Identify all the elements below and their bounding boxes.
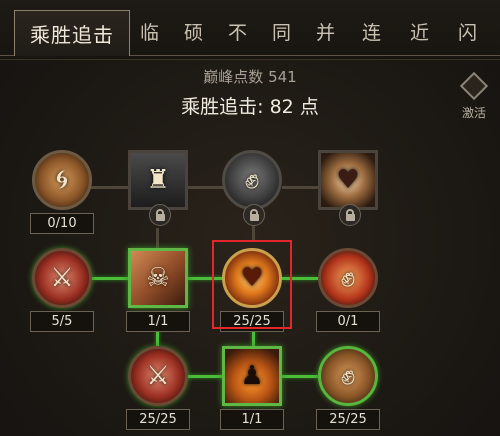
skill-node[interactable]: ✊︎ 25/25 bbox=[316, 346, 380, 430]
connector-line bbox=[188, 186, 224, 189]
skill-node-locked[interactable]: ✊︎ bbox=[222, 150, 282, 226]
tab-item[interactable]: 硕 bbox=[184, 18, 203, 45]
skill-count: 25/25 bbox=[316, 409, 380, 430]
skill-node-locked[interactable]: ♥ bbox=[318, 150, 378, 226]
skill-count: 1/1 bbox=[220, 409, 284, 430]
skill-count: 5/5 bbox=[30, 311, 94, 332]
skill-count: 0/1 bbox=[316, 311, 380, 332]
selection-highlight bbox=[212, 240, 292, 329]
lock-icon bbox=[149, 204, 171, 226]
knife-hand-icon: ☠︎ bbox=[146, 263, 170, 293]
fist-strike-icon: ✊︎ bbox=[340, 262, 356, 293]
skill-node[interactable]: ☠︎ 1/1 bbox=[126, 248, 190, 332]
crossed-blades-icon: ⚔ bbox=[50, 263, 74, 293]
skill-node[interactable]: ♟ 1/1 bbox=[220, 346, 284, 430]
activate-label: 激活 bbox=[461, 106, 486, 120]
diamond-icon bbox=[459, 71, 489, 101]
tab-item[interactable]: 近 bbox=[410, 18, 429, 45]
connector-line-active bbox=[186, 375, 224, 378]
tab-item[interactable]: 临 bbox=[140, 18, 159, 45]
skill-node[interactable]: ✊︎ 0/1 bbox=[316, 248, 380, 332]
swirl-icon: 🌀︎ bbox=[55, 164, 69, 195]
tab-item[interactable]: 闪 bbox=[458, 18, 477, 45]
connector-line-active bbox=[282, 375, 318, 378]
lock-icon bbox=[339, 204, 361, 226]
peak-points-label: 巅峰点数 541 bbox=[203, 68, 297, 86]
tab-item[interactable]: 连 bbox=[362, 18, 381, 45]
skill-count: 1/1 bbox=[126, 311, 190, 332]
skill-node[interactable]: ⚔ 25/25 bbox=[126, 346, 190, 430]
crossed-blades-icon: ⚔ bbox=[146, 361, 170, 391]
victory-points-label: 乘胜追击: 82 点 bbox=[181, 96, 319, 118]
connector-line bbox=[156, 228, 159, 250]
connector-line-active bbox=[90, 277, 130, 280]
skill-tree-panel: 乘胜追击 临 硕 不 同 并 连 近 闪 巅峰点数 541 乘胜追击: 82 点… bbox=[0, 0, 500, 436]
tab-active[interactable]: 乘胜追击 bbox=[14, 10, 130, 56]
silhouette-icon: ♟ bbox=[240, 361, 264, 391]
skill-node[interactable]: 🌀︎ 0/10 bbox=[30, 150, 94, 234]
fist-scroll-icon: ✊︎ bbox=[244, 164, 260, 195]
skill-count: 25/25 bbox=[126, 409, 190, 430]
connector-line bbox=[90, 186, 130, 189]
connector-line bbox=[282, 186, 318, 189]
tab-item[interactable]: 同 bbox=[272, 18, 291, 45]
tab-item[interactable]: 并 bbox=[316, 18, 335, 45]
connector-line-active bbox=[252, 330, 255, 346]
skill-count: 0/10 bbox=[30, 213, 94, 234]
skill-node[interactable]: ⚔ 5/5 bbox=[30, 248, 94, 332]
activate-button[interactable]: 激活 bbox=[450, 70, 498, 121]
skill-node-locked[interactable]: ♜ bbox=[128, 150, 188, 226]
lock-icon bbox=[243, 204, 265, 226]
fist-icon: ✊︎ bbox=[340, 360, 356, 391]
helmet-icon: ♜ bbox=[146, 165, 170, 195]
tab-item[interactable]: 不 bbox=[228, 18, 247, 45]
heart-icon: ♥ bbox=[336, 165, 360, 195]
